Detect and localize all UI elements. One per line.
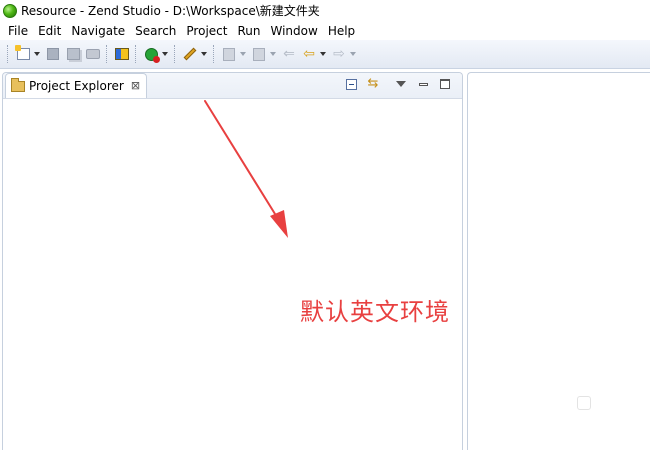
watermark-logo — [577, 396, 591, 410]
save-all-icon — [66, 48, 80, 60]
toolbar-grip[interactable] — [106, 45, 109, 63]
back-dropdown-icon[interactable] — [320, 52, 326, 56]
new-button[interactable] — [14, 45, 31, 62]
print-icon — [86, 49, 100, 59]
forward-button[interactable]: ⇨ — [331, 46, 347, 62]
next-annotation-icon — [223, 47, 235, 61]
menu-window[interactable]: Window — [265, 24, 322, 38]
project-explorer-view: Project Explorer ⊠ ⇆ — [2, 72, 463, 450]
build-button[interactable] — [114, 46, 130, 62]
next-annotation-dropdown-icon[interactable] — [240, 52, 246, 56]
minimize-icon — [418, 82, 428, 86]
maximize-icon — [440, 79, 450, 89]
back-button[interactable]: ⇦ — [301, 46, 317, 62]
maximize-button[interactable] — [438, 77, 452, 91]
prev-annotation-button[interactable] — [251, 46, 267, 62]
prev-annotation-icon — [253, 47, 265, 61]
view-menu-icon — [396, 81, 406, 87]
menu-project[interactable]: Project — [181, 24, 232, 38]
edit-pen-icon — [183, 47, 197, 61]
menu-bar: File Edit Navigate Search Project Run Wi… — [0, 21, 650, 40]
edit-pen-button[interactable] — [182, 46, 198, 62]
new-dropdown-icon[interactable] — [34, 52, 40, 56]
menu-search[interactable]: Search — [130, 24, 181, 38]
run-icon — [144, 47, 160, 63]
print-button[interactable] — [85, 46, 101, 62]
toolbar-grip[interactable] — [213, 45, 216, 63]
menu-edit[interactable]: Edit — [33, 24, 66, 38]
forward-dropdown-icon[interactable] — [350, 52, 356, 56]
link-with-editor-button[interactable]: ⇆ — [366, 77, 380, 91]
forward-icon: ⇨ — [333, 46, 345, 62]
toolbar-grip[interactable] — [174, 45, 177, 63]
collapse-all-button[interactable] — [344, 77, 358, 91]
editor-area[interactable] — [467, 72, 650, 450]
build-icon — [115, 48, 129, 60]
prev-annotation-dropdown-icon[interactable] — [270, 52, 276, 56]
title-bar: Resource - Zend Studio - D:\Workspace\新建… — [0, 0, 650, 21]
next-annotation-button[interactable] — [221, 46, 237, 62]
menu-navigate[interactable]: Navigate — [66, 24, 130, 38]
new-icon — [14, 45, 30, 60]
zend-studio-icon — [3, 3, 17, 18]
save-icon — [47, 48, 59, 60]
toolbar-grip[interactable] — [135, 45, 138, 63]
close-icon[interactable]: ⊠ — [131, 80, 140, 92]
window-title: Resource - Zend Studio - D:\Workspace\新建… — [21, 4, 320, 18]
save-button[interactable] — [45, 46, 61, 62]
last-edit-icon: ⇐ — [283, 46, 295, 62]
menu-file[interactable]: File — [3, 24, 33, 38]
view-menu-button[interactable] — [394, 77, 408, 91]
save-all-button[interactable] — [65, 46, 81, 62]
back-icon: ⇦ — [303, 46, 315, 62]
main-toolbar: ⇐ ⇦ ⇨ — [0, 40, 650, 69]
project-folder-icon — [11, 77, 25, 92]
tab-project-explorer[interactable]: Project Explorer ⊠ — [5, 73, 148, 98]
menu-run[interactable]: Run — [232, 24, 265, 38]
menu-help[interactable]: Help — [323, 24, 360, 38]
collapse-all-icon — [345, 78, 357, 90]
view-toolbar: ⇆ — [336, 77, 452, 91]
toolbar-grip[interactable] — [7, 45, 10, 63]
annotation-text: 默认英文环境 — [300, 298, 450, 326]
run-button[interactable] — [143, 46, 160, 63]
link-with-editor-icon: ⇆ — [367, 76, 379, 91]
edit-pen-dropdown-icon[interactable] — [201, 52, 207, 56]
minimize-button[interactable] — [416, 77, 430, 91]
last-edit-button[interactable]: ⇐ — [281, 46, 297, 62]
run-dropdown-icon[interactable] — [162, 52, 168, 56]
tab-project-explorer-label: Project Explorer — [29, 79, 124, 93]
